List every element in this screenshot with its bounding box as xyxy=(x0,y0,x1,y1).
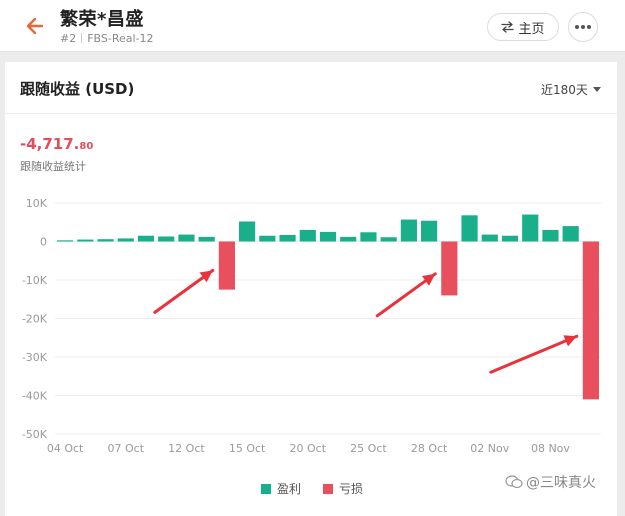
y-tick-label: -10K xyxy=(22,274,48,287)
y-tick-label: -30K xyxy=(22,351,48,364)
profit-bar xyxy=(259,235,276,242)
profit-bar xyxy=(279,234,296,242)
profit-bar xyxy=(299,229,316,242)
x-tick-label: 04 Oct xyxy=(47,442,84,455)
x-tick-label: 02 Nov xyxy=(470,442,509,455)
y-tick-label: 10K xyxy=(26,197,48,210)
annotation-arrow xyxy=(489,334,579,374)
profit-bar xyxy=(542,229,559,242)
x-tick-label: 20 Oct xyxy=(290,442,327,455)
watermark: @三味真火 xyxy=(505,472,596,492)
legend-loss-label: 亏损 xyxy=(339,482,364,496)
legend-loss[interactable]: 亏损 xyxy=(323,480,363,497)
wechat-icon xyxy=(505,475,523,489)
profit-bar xyxy=(522,214,539,242)
profit-bar xyxy=(461,215,478,242)
top-bar: 繁荣*昌盛 #2 FBS-Real-12 主页 xyxy=(0,0,625,52)
x-tick-label: 25 Oct xyxy=(350,442,387,455)
loss-bar xyxy=(582,241,599,400)
profit-bar xyxy=(360,232,377,242)
profit-bar xyxy=(117,238,134,242)
watermark-text: @三味真火 xyxy=(526,475,596,491)
y-tick-label: -40K xyxy=(22,390,48,403)
x-tick-label: 12 Oct xyxy=(168,442,205,455)
profit-bar xyxy=(137,235,155,242)
profit-bar xyxy=(77,239,94,242)
profit-bar xyxy=(57,240,74,242)
profit-bar xyxy=(380,237,397,242)
profit-bar xyxy=(158,236,175,242)
arrow-left-icon xyxy=(26,17,44,35)
trader-account: FBS-Real-12 xyxy=(87,32,154,45)
trader-rank: #2 xyxy=(60,32,77,45)
trader-name: 繁荣*昌盛 xyxy=(60,9,144,30)
y-tick-label: -20K xyxy=(22,313,48,326)
more-horizontal-icon xyxy=(575,25,591,29)
legend-loss-swatch xyxy=(323,483,334,494)
meta-divider xyxy=(81,33,83,43)
x-tick-label: 08 Nov xyxy=(531,442,570,455)
x-tick-label: 07 Oct xyxy=(108,442,145,455)
chart-legend: 盈利 亏损 xyxy=(261,480,363,497)
back-button[interactable] xyxy=(22,12,50,40)
y-tick-label: -50K xyxy=(22,428,48,441)
app-frame: 繁荣*昌盛 #2 FBS-Real-12 主页 跟随收益 (USD) 近180天 … xyxy=(0,0,625,516)
more-button[interactable] xyxy=(568,12,598,42)
legend-profit-swatch xyxy=(261,483,271,494)
profit-bar xyxy=(340,236,357,242)
profit-bar-chart: 10K 0 -10K -20K -30K -40K -50K04 Oct 07 Oct 12 O… xyxy=(22,197,601,455)
profit-bar xyxy=(239,221,256,242)
home-button[interactable]: 主页 xyxy=(487,13,559,41)
legend-profit-label: 盈利 xyxy=(277,482,302,496)
home-button-label: 主页 xyxy=(518,21,545,37)
y-tick-label: 0 xyxy=(40,236,47,249)
x-tick-label: 15 Oct xyxy=(229,442,266,455)
x-tick-label: 28 Oct xyxy=(411,442,448,455)
profit-bar xyxy=(421,220,438,242)
legend-profit[interactable]: 盈利 xyxy=(261,480,301,497)
profit-bar xyxy=(319,231,337,242)
loss-bar xyxy=(218,241,235,290)
trader-meta: #2 FBS-Real-12 xyxy=(60,32,154,45)
loss-bar xyxy=(441,241,458,296)
profit-bar xyxy=(481,234,498,242)
follow-profit-card: 跟随收益 (USD) 近180天 -4,717.80 跟随收益统计 10K 0 -1… xyxy=(5,62,617,516)
profit-bar xyxy=(178,234,195,242)
profit-bar xyxy=(501,235,519,242)
profit-bar xyxy=(198,236,215,242)
swap-icon xyxy=(501,21,515,33)
profit-bar xyxy=(562,226,579,242)
profit-bar xyxy=(400,219,417,242)
profit-bar xyxy=(97,239,114,242)
